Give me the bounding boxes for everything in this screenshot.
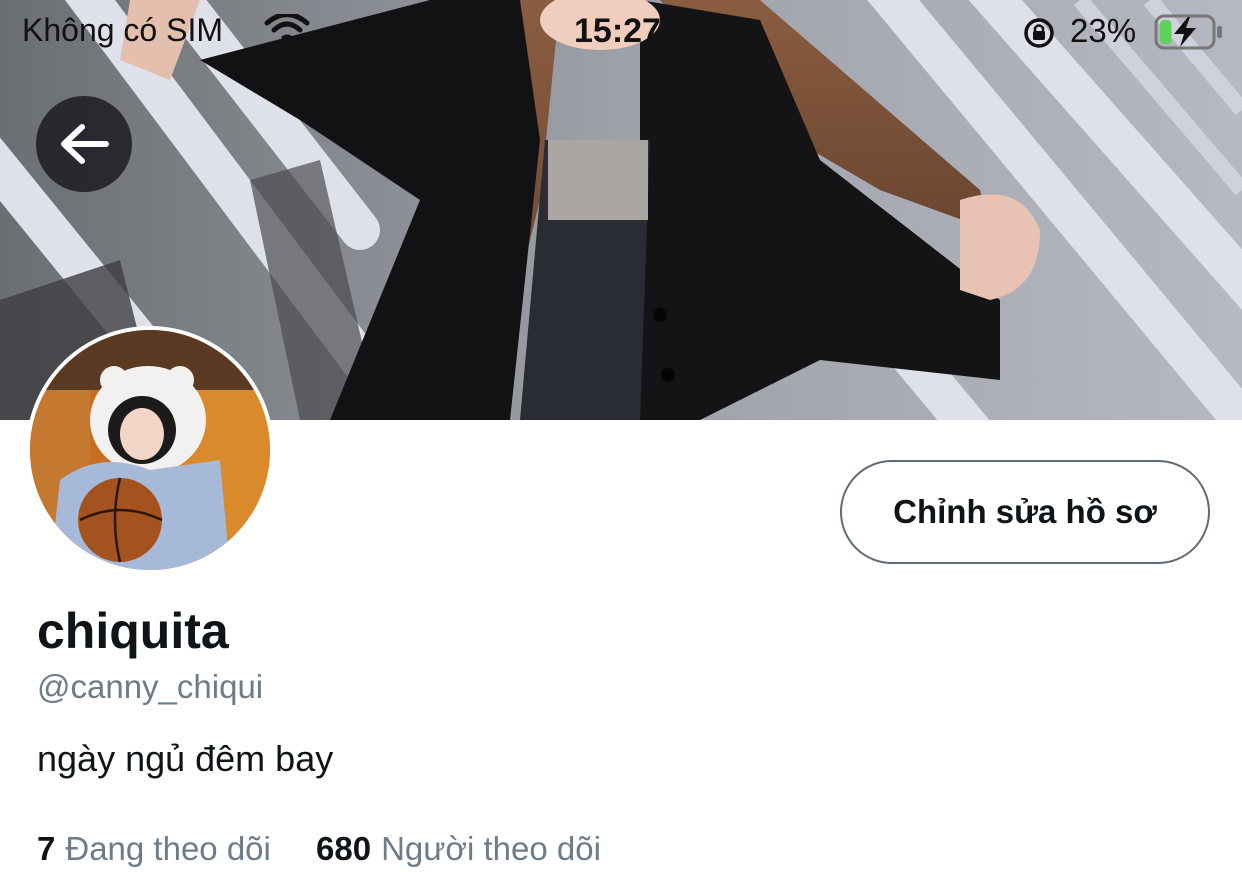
rotation-lock-icon bbox=[1022, 16, 1056, 55]
arrow-left-icon bbox=[61, 124, 109, 164]
clock: 15:27 bbox=[574, 12, 661, 50]
back-button[interactable] bbox=[36, 96, 132, 192]
status-bar: Không có SIM 15:27 23% bbox=[0, 0, 1242, 64]
edit-profile-button[interactable]: Chỉnh sửa hồ sơ bbox=[840, 460, 1210, 564]
followers-link[interactable]: 680 Người theo dõi bbox=[316, 830, 601, 868]
battery-percent: 23% bbox=[1070, 12, 1137, 49]
profile-bio: ngày ngủ đêm bay bbox=[37, 738, 334, 779]
followers-label: Người theo dõi bbox=[381, 830, 601, 867]
username-handle: @canny_chiqui bbox=[37, 668, 264, 705]
following-link[interactable]: 7 Đang theo dõi bbox=[37, 830, 271, 868]
wifi-icon bbox=[264, 12, 310, 53]
battery-charging-icon bbox=[1154, 14, 1224, 55]
carrier-label: Không có SIM bbox=[22, 12, 223, 48]
following-label: Đang theo dõi bbox=[65, 830, 271, 867]
following-count: 7 bbox=[37, 830, 56, 867]
followers-count: 680 bbox=[316, 830, 372, 867]
avatar-photo bbox=[30, 330, 270, 570]
follow-stats: 7 Đang theo dõi 680 Người theo dõi bbox=[37, 830, 637, 868]
display-name: chiquita bbox=[37, 603, 229, 659]
avatar[interactable] bbox=[26, 326, 274, 574]
